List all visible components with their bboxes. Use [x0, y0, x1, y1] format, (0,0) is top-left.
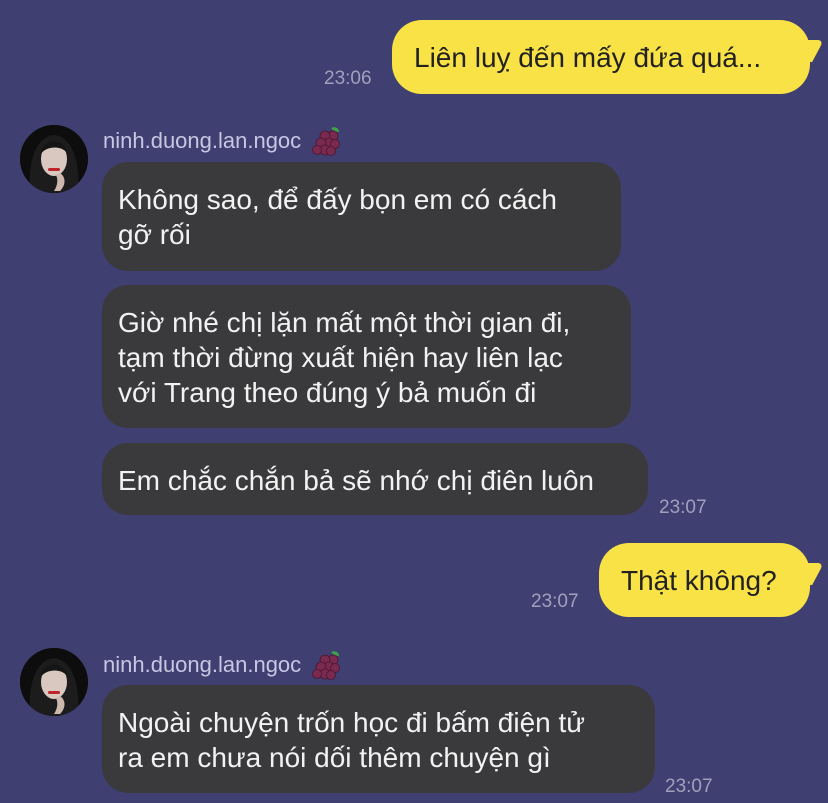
sender-name-row: ninh.duong.lan.ngoc	[103, 124, 343, 158]
grapes-icon	[309, 648, 343, 682]
incoming-message-bubble[interactable]: Không sao, để đấy bọn em có cách gỡ rối	[102, 162, 621, 271]
sender-name[interactable]: ninh.duong.lan.ngoc	[103, 652, 301, 678]
message-timestamp: 23:07	[531, 591, 579, 612]
incoming-message-bubble[interactable]: Ngoài chuyện trốn học đi bấm điện tử ra …	[102, 685, 655, 793]
sender-avatar[interactable]	[20, 648, 88, 716]
message-timestamp: 23:07	[659, 497, 707, 518]
grapes-icon	[309, 124, 343, 158]
outgoing-message-bubble[interactable]: Thật không?	[599, 543, 810, 617]
sender-name-row: ninh.duong.lan.ngoc	[103, 648, 343, 682]
message-timestamp: 23:07	[665, 776, 713, 797]
outgoing-message-bubble[interactable]: Liên luỵ đến mấy đứa quá...	[392, 20, 810, 94]
message-timestamp: 23:06	[324, 68, 372, 89]
incoming-message-bubble[interactable]: Giờ nhé chị lặn mất một thời gian đi, tạ…	[102, 285, 631, 428]
incoming-message-bubble[interactable]: Em chắc chắn bả sẽ nhớ chị điên luôn	[102, 443, 648, 515]
chat-thread[interactable]: 23:06 Liên luỵ đến mấy đứa quá... ninh.d…	[0, 0, 828, 803]
sender-name[interactable]: ninh.duong.lan.ngoc	[103, 128, 301, 154]
sender-avatar[interactable]	[20, 125, 88, 193]
